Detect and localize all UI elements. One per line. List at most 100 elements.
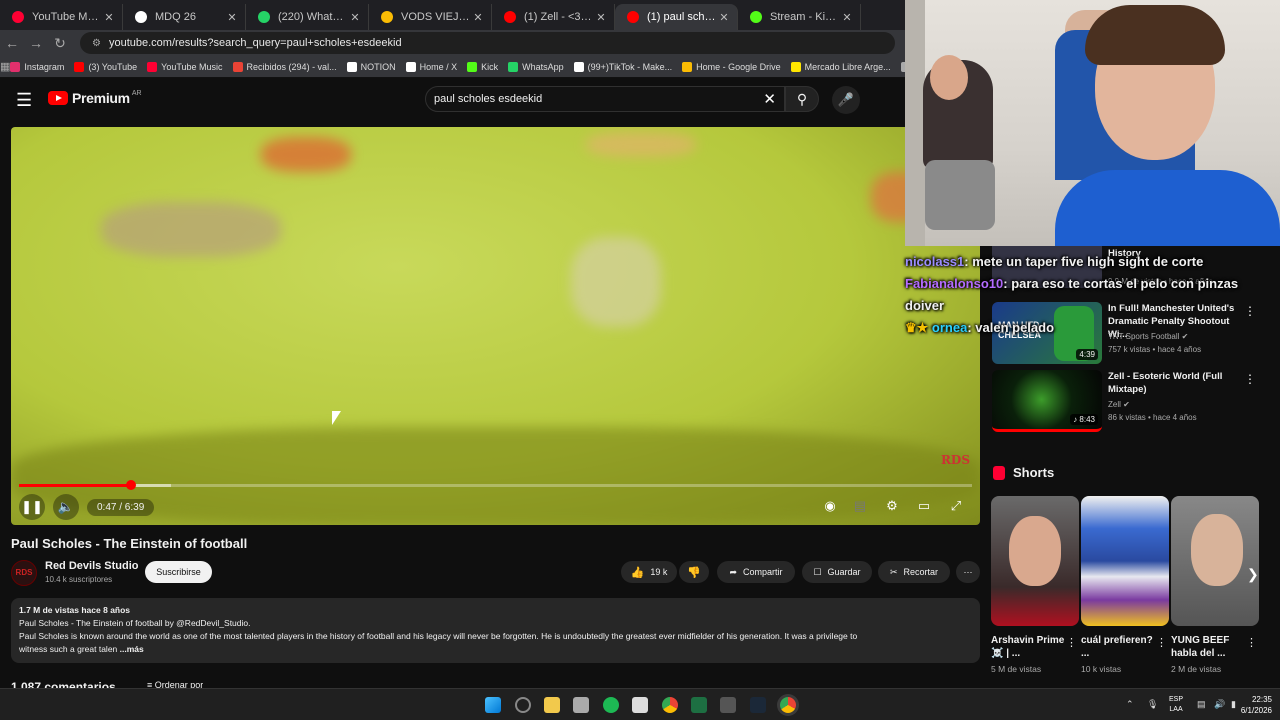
spotify-icon[interactable] — [603, 697, 619, 713]
short-item[interactable]: Arshavin Prime ☠️ | ... 5 M de vistas ⋮ — [991, 496, 1079, 674]
close-tab-icon[interactable]: ✕ — [102, 11, 116, 24]
more-vertical-icon[interactable]: ⋮ — [1246, 636, 1257, 649]
theater-mode-button[interactable]: ▭ — [911, 493, 937, 519]
clip-button[interactable]: ✂ Recortar — [878, 561, 950, 583]
windows-start-icon[interactable] — [485, 697, 501, 713]
bookmark-label: Mercado Libre Arge... — [804, 61, 891, 72]
browser-tab[interactable]: VODS VIEJAS - Goog✕ — [369, 4, 492, 30]
bookmark-item[interactable]: (99+)TikTok - Make... — [573, 61, 672, 72]
sidebar-video-channel[interactable]: Zell ✔ — [1108, 400, 1130, 409]
bookmark-item[interactable]: Home / X — [405, 61, 457, 72]
bookmark-item[interactable]: Kick — [467, 61, 498, 72]
sidebar-video-item[interactable]: ♪ 8:43 Zell - Esoteric World (Full Mixta… — [992, 370, 1262, 434]
bookmark-item[interactable]: YouTube Music — [147, 61, 223, 72]
task-view-icon[interactable] — [515, 697, 531, 713]
browser-tab[interactable]: Stream - Kick Dashbo✕ — [738, 4, 861, 30]
browser-tab[interactable]: (220) WhatsApp✕ — [246, 4, 369, 30]
browser-tab[interactable]: (1) paul scholes e✕ — [615, 4, 738, 30]
search-button[interactable]: ⚲ — [785, 86, 819, 112]
short-thumbnail[interactable] — [1171, 496, 1259, 626]
tab-label: (1) Zell - <3 (Video C — [524, 11, 594, 23]
bookmark-favicon-icon — [508, 61, 519, 72]
settings-gear-icon[interactable]: ⚙ — [879, 493, 905, 519]
subtitles-button[interactable]: ▤ — [847, 493, 873, 519]
voice-search-button[interactable]: 🎤 — [832, 86, 860, 114]
video-player[interactable]: RDS ❚❚ 🔈 0:47 / 6:39 ◉ ▤ ⚙ ▭ ⤢ — [11, 127, 980, 525]
excel-icon[interactable] — [691, 697, 707, 713]
network-icon[interactable]: ▤ — [1197, 699, 1206, 710]
share-icon: ➦ — [729, 566, 738, 577]
back-icon[interactable]: ← — [0, 35, 24, 51]
progress-bar[interactable] — [19, 480, 972, 490]
channel-name[interactable]: Red Devils Studio — [45, 560, 139, 572]
show-more-link[interactable]: ...más — [120, 644, 144, 654]
bookmark-label: Instagram — [24, 61, 65, 72]
bookmark-item[interactable]: Instagram — [10, 61, 65, 72]
file-explorer-icon[interactable] — [544, 697, 560, 713]
more-actions-button[interactable]: ⋯ — [956, 561, 980, 583]
bookmark-item[interactable]: NOTION — [346, 61, 396, 72]
pause-button[interactable]: ❚❚ — [19, 494, 45, 520]
bookmark-item[interactable]: WhatsApp — [508, 61, 564, 72]
bookmark-item[interactable]: Recibidos (294) - val... — [232, 61, 337, 72]
short-thumbnail[interactable] — [1081, 496, 1169, 626]
clear-search-icon[interactable]: ✕ — [763, 90, 776, 108]
like-button[interactable]: 👍 19 k — [621, 561, 677, 583]
chevron-up-icon[interactable]: ⌃ — [1126, 699, 1134, 710]
forward-icon[interactable]: → — [24, 35, 48, 51]
more-vertical-icon[interactable]: ⋮ — [1066, 636, 1077, 649]
short-item[interactable]: cuál prefieren? ... 10 k vistas ⋮ — [1081, 496, 1169, 674]
site-info-icon[interactable]: ⚙ — [92, 38, 101, 49]
close-tab-icon[interactable]: ✕ — [594, 11, 608, 24]
browser-tab[interactable]: (1) Zell - <3 (Video C✕ — [492, 4, 615, 30]
menu-icon[interactable]: ☰ — [16, 90, 32, 111]
short-item[interactable]: YUNG BEEF habla del ... 2 M de vistas ⋮ — [1171, 496, 1259, 674]
share-button[interactable]: ➦ Compartir — [717, 561, 795, 583]
reload-icon[interactable]: ↻ — [48, 35, 72, 52]
more-vertical-icon[interactable]: ⋮ — [1244, 372, 1256, 386]
channel-avatar[interactable]: RDS — [11, 560, 37, 586]
video-thumbnail[interactable]: ♪ 8:43 — [992, 370, 1102, 432]
close-tab-icon[interactable]: ✕ — [225, 11, 239, 24]
more-vertical-icon[interactable]: ⋮ — [1244, 304, 1256, 318]
youtube-premium-logo[interactable]: Premium AR — [48, 90, 142, 106]
notion-icon — [135, 11, 147, 23]
battery-icon[interactable]: ▮ — [1231, 699, 1236, 710]
short-thumbnail[interactable] — [991, 496, 1079, 626]
bookmark-item[interactable]: Mercado Libre Arge... — [790, 61, 891, 72]
chevron-right-icon[interactable]: ❯ — [1247, 566, 1259, 583]
bookmark-item[interactable]: Home - Google Drive — [682, 61, 781, 72]
microphone-icon[interactable]: 🎙 — [1147, 699, 1158, 710]
browser-tab[interactable]: YouTube Music ✕ — [0, 4, 123, 30]
webcam-legs-left — [925, 160, 995, 230]
chrome-icon[interactable] — [662, 697, 678, 713]
close-tab-icon[interactable]: ✕ — [471, 11, 485, 24]
subscribe-button[interactable]: Suscribirse — [145, 561, 212, 583]
store-icon[interactable] — [573, 697, 589, 713]
search-input[interactable]: paul scholes esdeekid ✕ — [425, 86, 785, 112]
language-indicator[interactable]: ESP LAA — [1169, 695, 1183, 715]
close-tab-icon[interactable]: ✕ — [348, 11, 362, 24]
short-views: 10 k vistas — [1081, 664, 1122, 674]
browser-tab[interactable]: MDQ 26 ✕ — [123, 4, 246, 30]
app-icon[interactable] — [720, 697, 736, 713]
chrome-active-icon[interactable] — [780, 697, 796, 713]
close-tab-icon[interactable]: ✕ — [717, 11, 731, 24]
autoplay-toggle[interactable]: ◉ — [817, 493, 843, 519]
sidebar-video-title[interactable]: Zell - Esoteric World (Full Mixtape) — [1108, 370, 1248, 396]
fullscreen-button[interactable]: ⤢ — [943, 493, 969, 519]
apps-icon[interactable]: ▦ — [0, 60, 10, 73]
volume-button[interactable]: 🔈 — [53, 494, 79, 520]
capcut-icon[interactable] — [632, 697, 648, 713]
more-vertical-icon[interactable]: ⋮ — [1156, 636, 1167, 649]
close-tab-icon[interactable]: ✕ — [840, 11, 854, 24]
description-box[interactable]: 1.7 M de vistas hace 8 años Paul Scholes… — [11, 598, 980, 663]
volume-icon[interactable]: 🔊 — [1214, 699, 1225, 710]
system-clock[interactable]: 22:35 6/1/2026 — [1241, 694, 1272, 716]
save-button[interactable]: ☐ Guardar — [802, 561, 872, 583]
address-bar[interactable]: ⚙ youtube.com/results?search_query=paul+… — [80, 32, 895, 54]
bookmark-item[interactable]: (3) YouTube — [74, 61, 137, 72]
windows-taskbar: ⌃ 🎙 ESP LAA ▤ 🔊 ▮ 22:35 6/1/2026 — [0, 688, 1280, 720]
dislike-button[interactable]: 👎 — [679, 561, 709, 583]
steam-icon[interactable] — [750, 697, 766, 713]
